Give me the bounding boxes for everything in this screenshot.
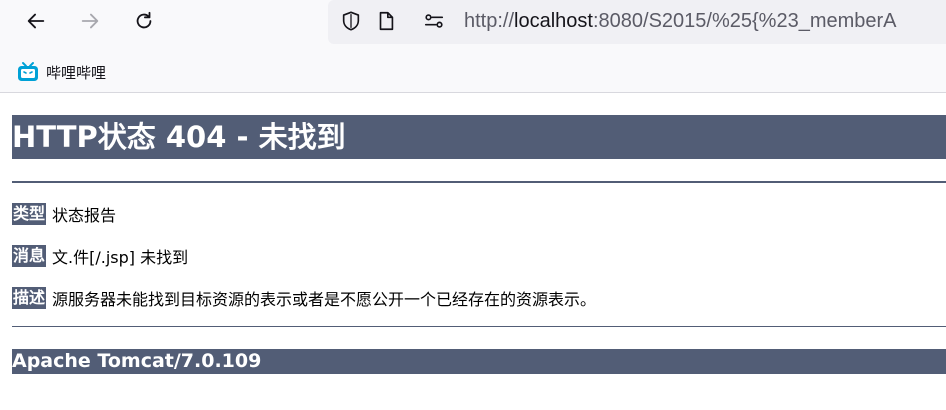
browser-toolbar: http://localhost:8080/S2015/%25{%23_memb…: [0, 0, 946, 93]
forward-button[interactable]: [75, 6, 105, 36]
url-prefix: http://: [464, 10, 515, 32]
bookmark-label: 哔哩哔哩: [46, 63, 107, 82]
row-description-value: 源服务器未能找到目标资源的表示或者是不愿公开一个已经存在的资源表示。: [52, 290, 597, 309]
back-arrow-icon: [27, 13, 45, 29]
address-bar[interactable]: http://localhost:8080/S2015/%25{%23_memb…: [328, 0, 946, 44]
back-button[interactable]: [21, 6, 51, 36]
row-type-value: 状态报告: [52, 206, 117, 225]
reload-button[interactable]: [129, 6, 159, 36]
forward-arrow-icon: [81, 13, 99, 29]
url-text[interactable]: http://localhost:8080/S2015/%25{%23_memb…: [464, 8, 897, 34]
row-description: 描述 源服务器未能找到目标资源的表示或者是不愿公开一个已经存在的资源表示。: [12, 286, 596, 310]
divider-top: [12, 181, 946, 183]
row-description-label: 描述: [12, 287, 47, 309]
row-type-label: 类型: [12, 203, 47, 225]
row-message-label: 消息: [12, 245, 47, 267]
bilibili-icon: [18, 62, 38, 81]
url-host: localhost: [514, 10, 593, 32]
reload-icon: [136, 11, 152, 29]
divider-bottom: [12, 326, 946, 327]
shield-icon[interactable]: [340, 10, 362, 32]
row-message: 消息 文.件[/.jsp] 未找到: [12, 244, 188, 268]
page-icon[interactable]: [375, 10, 397, 32]
bookmark-bilibili[interactable]: 哔哩哔哩: [16, 59, 106, 85]
url-path: :8080/S2015/%25{%23_memberA: [592, 10, 897, 32]
row-message-value: 文.件[/.jsp] 未找到: [52, 248, 189, 267]
server-footer: Apache Tomcat/7.0.109: [12, 349, 946, 374]
permissions-icon[interactable]: [423, 10, 445, 32]
row-type: 类型 状态报告: [12, 202, 116, 226]
page-title: HTTP状态 404 - 未找到: [12, 115, 946, 159]
